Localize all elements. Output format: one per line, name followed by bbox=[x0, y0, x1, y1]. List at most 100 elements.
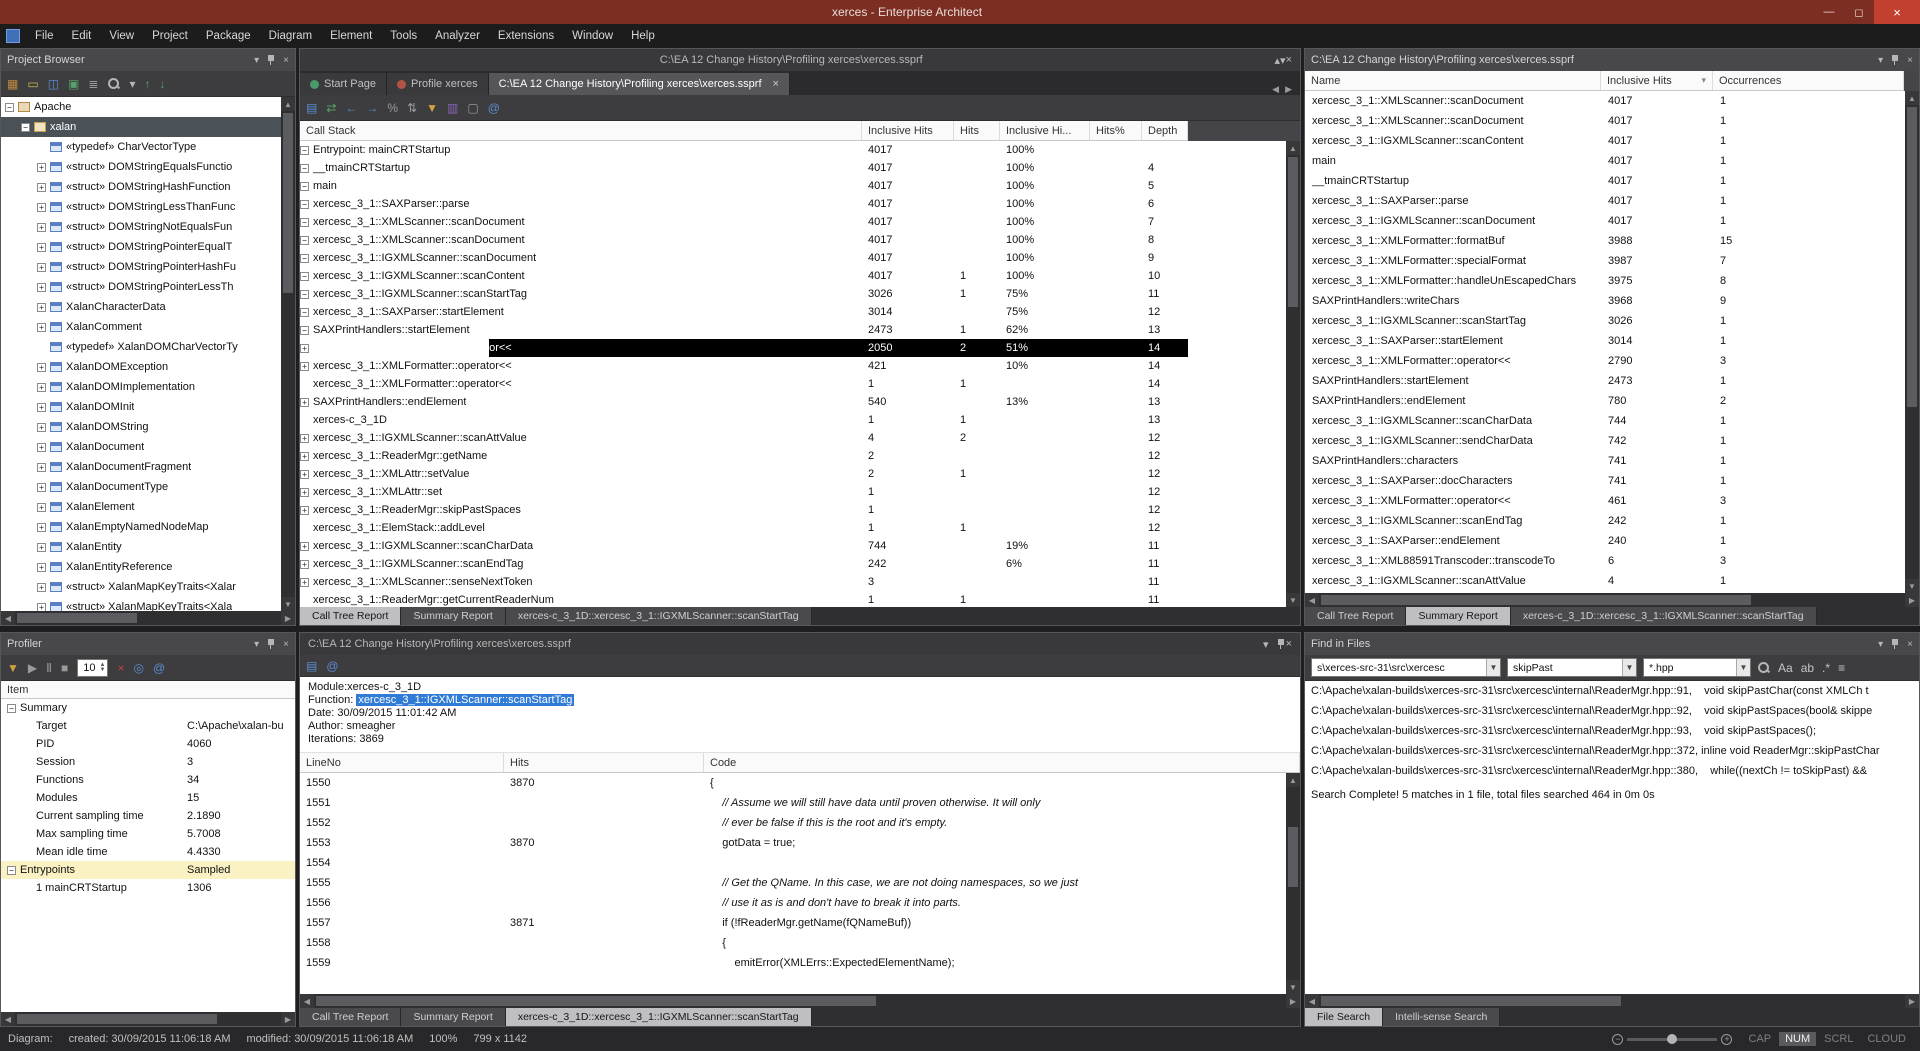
expand-icon[interactable]: + bbox=[37, 223, 46, 232]
call-tree-row[interactable]: −main4017100%5 bbox=[300, 177, 1188, 195]
report-tab[interactable]: Call Tree Report bbox=[1305, 607, 1406, 625]
scroll-up-icon[interactable]: ▲ bbox=[1905, 91, 1919, 105]
sort-descending-icon[interactable]: ▾ bbox=[1701, 75, 1706, 86]
expand-icon[interactable]: + bbox=[300, 506, 309, 515]
report-tab[interactable]: Call Tree Report bbox=[300, 607, 401, 625]
expand-icon[interactable]: + bbox=[37, 443, 46, 452]
summary-row[interactable]: SAXPrintHandlers::characters7411 bbox=[1305, 451, 1919, 471]
forward-icon[interactable]: → bbox=[366, 102, 378, 114]
profiler-hscrollbar[interactable]: ◀ ▶ bbox=[1, 1012, 295, 1026]
minimize-button[interactable]: — bbox=[1814, 0, 1844, 24]
summary-row[interactable]: xercesc_3_1::XML88591Transcoder::transco… bbox=[1305, 551, 1919, 571]
summary-row[interactable]: xercesc_3_1::XMLFormatter::operator<<279… bbox=[1305, 351, 1919, 371]
panel-menu-icon[interactable]: ▾ bbox=[1878, 639, 1883, 650]
tree-item[interactable]: +«struct» XalanMapKeyTraits<Xala bbox=[1, 597, 281, 611]
summary-row[interactable]: xercesc_3_1::IGXMLScanner::scanAttValue4… bbox=[1305, 571, 1919, 591]
document-tab[interactable]: C:\EA 12 Change History\Profiling xerces… bbox=[489, 73, 790, 95]
tree-item[interactable]: +XalanCharacterData bbox=[1, 297, 281, 317]
expand-icon[interactable]: + bbox=[300, 542, 309, 551]
expand-icon[interactable]: + bbox=[37, 583, 46, 592]
menu-project[interactable]: Project bbox=[143, 24, 197, 48]
tree-item[interactable]: +XalanDocumentFragment bbox=[1, 457, 281, 477]
expand-icon[interactable]: + bbox=[37, 303, 46, 312]
collapse-icon[interactable]: − bbox=[300, 326, 309, 335]
summary-row[interactable]: xercesc_3_1::IGXMLScanner::scanContent40… bbox=[1305, 131, 1919, 151]
menu-package[interactable]: Package bbox=[197, 24, 260, 48]
expand-icon[interactable]: + bbox=[37, 423, 46, 432]
tree-item[interactable]: −xalan bbox=[1, 117, 281, 137]
collapse-icon[interactable]: − bbox=[300, 200, 309, 209]
scroll-down-icon[interactable]: ▼ bbox=[281, 597, 295, 611]
whole-word-icon[interactable]: ab bbox=[1801, 662, 1814, 674]
find-result-line[interactable]: C:\Apache\xalan-builds\xerces-src-31\src… bbox=[1305, 761, 1919, 781]
expand-icon[interactable]: + bbox=[37, 543, 46, 552]
collapse-icon[interactable]: − bbox=[7, 866, 16, 875]
scroll-left-icon[interactable]: ◀ bbox=[1, 1015, 15, 1024]
summary-row[interactable]: xercesc_3_1::SAXParser::parse40171 bbox=[1305, 191, 1919, 211]
expand-icon[interactable]: + bbox=[300, 560, 309, 569]
menu-diagram[interactable]: Diagram bbox=[260, 24, 321, 48]
profiler-row[interactable]: PID4060 bbox=[1, 735, 295, 753]
scroll-down-icon[interactable]: ▼ bbox=[1286, 980, 1300, 994]
scroll-right-icon[interactable]: ▶ bbox=[1905, 596, 1919, 605]
expand-icon[interactable]: + bbox=[300, 488, 309, 497]
collapse-icon[interactable]: − bbox=[300, 272, 309, 281]
menu-tools[interactable]: Tools bbox=[381, 24, 426, 48]
at-icon[interactable]: @ bbox=[153, 662, 165, 674]
profiler-row[interactable]: −Summary bbox=[1, 699, 295, 717]
target-icon[interactable]: ◎ bbox=[134, 662, 144, 674]
new-element-icon[interactable]: ▣ bbox=[68, 78, 79, 90]
new-diagram-icon[interactable]: ◫ bbox=[48, 78, 59, 90]
filter-icon[interactable]: ▼ bbox=[7, 662, 19, 674]
profiler-row[interactable]: 1 mainCRTStartup1306 bbox=[1, 879, 295, 897]
document-tab[interactable]: Profile xerces bbox=[387, 73, 489, 95]
move-up-icon[interactable]: ↑ bbox=[144, 78, 150, 90]
tree-item[interactable]: +XalanDocument bbox=[1, 437, 281, 457]
search-path-combobox[interactable]: s\xerces-src-31\src\xercesc ▼ bbox=[1311, 658, 1501, 677]
column-header[interactable]: LineNo bbox=[300, 753, 504, 772]
call-tree-row[interactable]: +xercesc_3_1::IGXMLScanner::scanEndTag24… bbox=[300, 555, 1188, 573]
summary-row[interactable]: xercesc_3_1::IGXMLScanner::scanStartTag3… bbox=[1305, 311, 1919, 331]
chevron-down-icon[interactable]: ▼ bbox=[1486, 659, 1500, 676]
move-down-icon[interactable]: ↓ bbox=[159, 78, 165, 90]
pin-icon[interactable] bbox=[1890, 638, 1900, 650]
call-tree-row[interactable]: xercesc_3_1::ElemStack::addLevel1112 bbox=[300, 519, 1188, 537]
call-tree-row[interactable]: −__tmainCRTStartup4017100%4 bbox=[300, 159, 1188, 177]
scroll-down-icon[interactable]: ▼ bbox=[1286, 593, 1300, 607]
summary-row[interactable]: xercesc_3_1::IGXMLScanner::scanCharData7… bbox=[1305, 411, 1919, 431]
find-hscrollbar[interactable]: ◀ ▶ bbox=[1305, 994, 1919, 1008]
zoom-slider-thumb[interactable] bbox=[1667, 1034, 1677, 1044]
menu-view[interactable]: View bbox=[100, 24, 143, 48]
tree-item[interactable]: +XalanEmptyNamedNodeMap bbox=[1, 517, 281, 537]
edit-menu-icon[interactable]: ▾ bbox=[129, 78, 135, 90]
expand-icon[interactable]: + bbox=[300, 398, 309, 407]
tree-item[interactable]: −Apache bbox=[1, 97, 281, 117]
summary-row[interactable]: main40171 bbox=[1305, 151, 1919, 171]
tree-item[interactable]: +«struct» DOMStringPointerEqualT bbox=[1, 237, 281, 257]
collapse-icon[interactable]: − bbox=[300, 308, 309, 317]
collapse-icon[interactable]: − bbox=[300, 254, 309, 263]
column-header[interactable]: Code bbox=[704, 753, 1300, 772]
tree-item[interactable]: «typedef» CharVectorType bbox=[1, 137, 281, 157]
delete-icon[interactable]: × bbox=[117, 662, 124, 674]
summary-row[interactable]: SAXPrintHandlers::writeChars39689 bbox=[1305, 291, 1919, 311]
expand-icon[interactable]: + bbox=[37, 383, 46, 392]
tree-view-icon[interactable]: ≡ bbox=[1838, 662, 1845, 674]
call-tree-row[interactable]: −xercesc_3_1::XMLScanner::scanDocument40… bbox=[300, 231, 1188, 249]
call-tree-row[interactable]: xerces-c_3_1D1113 bbox=[300, 411, 1188, 429]
pin-icon[interactable] bbox=[266, 54, 276, 66]
save-icon[interactable]: ▤ bbox=[306, 102, 317, 114]
call-tree-row[interactable]: +xercesc_3_1::XMLAttr::setValue2112 bbox=[300, 465, 1188, 483]
expand-icon[interactable]: + bbox=[37, 183, 46, 192]
expand-icon[interactable]: + bbox=[300, 470, 309, 479]
summary-row[interactable]: xercesc_3_1::IGXMLScanner::sendCharData7… bbox=[1305, 431, 1919, 451]
panel-menu-icon[interactable]: ▾ bbox=[254, 639, 259, 650]
column-header[interactable]: Hits bbox=[504, 753, 704, 772]
at-icon[interactable]: @ bbox=[488, 102, 500, 114]
call-tree-row[interactable]: xercesc_3_1::ReaderMgr::getCurrentReader… bbox=[300, 591, 1188, 607]
summary-row[interactable]: xercesc_3_1::IGXMLScanner::scanDocument4… bbox=[1305, 211, 1919, 231]
tree-item[interactable]: «typedef» XalanDOMCharVectorTy bbox=[1, 337, 281, 357]
code-row[interactable]: 15503870{ bbox=[300, 773, 1300, 793]
tree-item[interactable]: +«struct» DOMStringNotEqualsFun bbox=[1, 217, 281, 237]
tree-item[interactable]: +«struct» DOMStringHashFunction bbox=[1, 177, 281, 197]
